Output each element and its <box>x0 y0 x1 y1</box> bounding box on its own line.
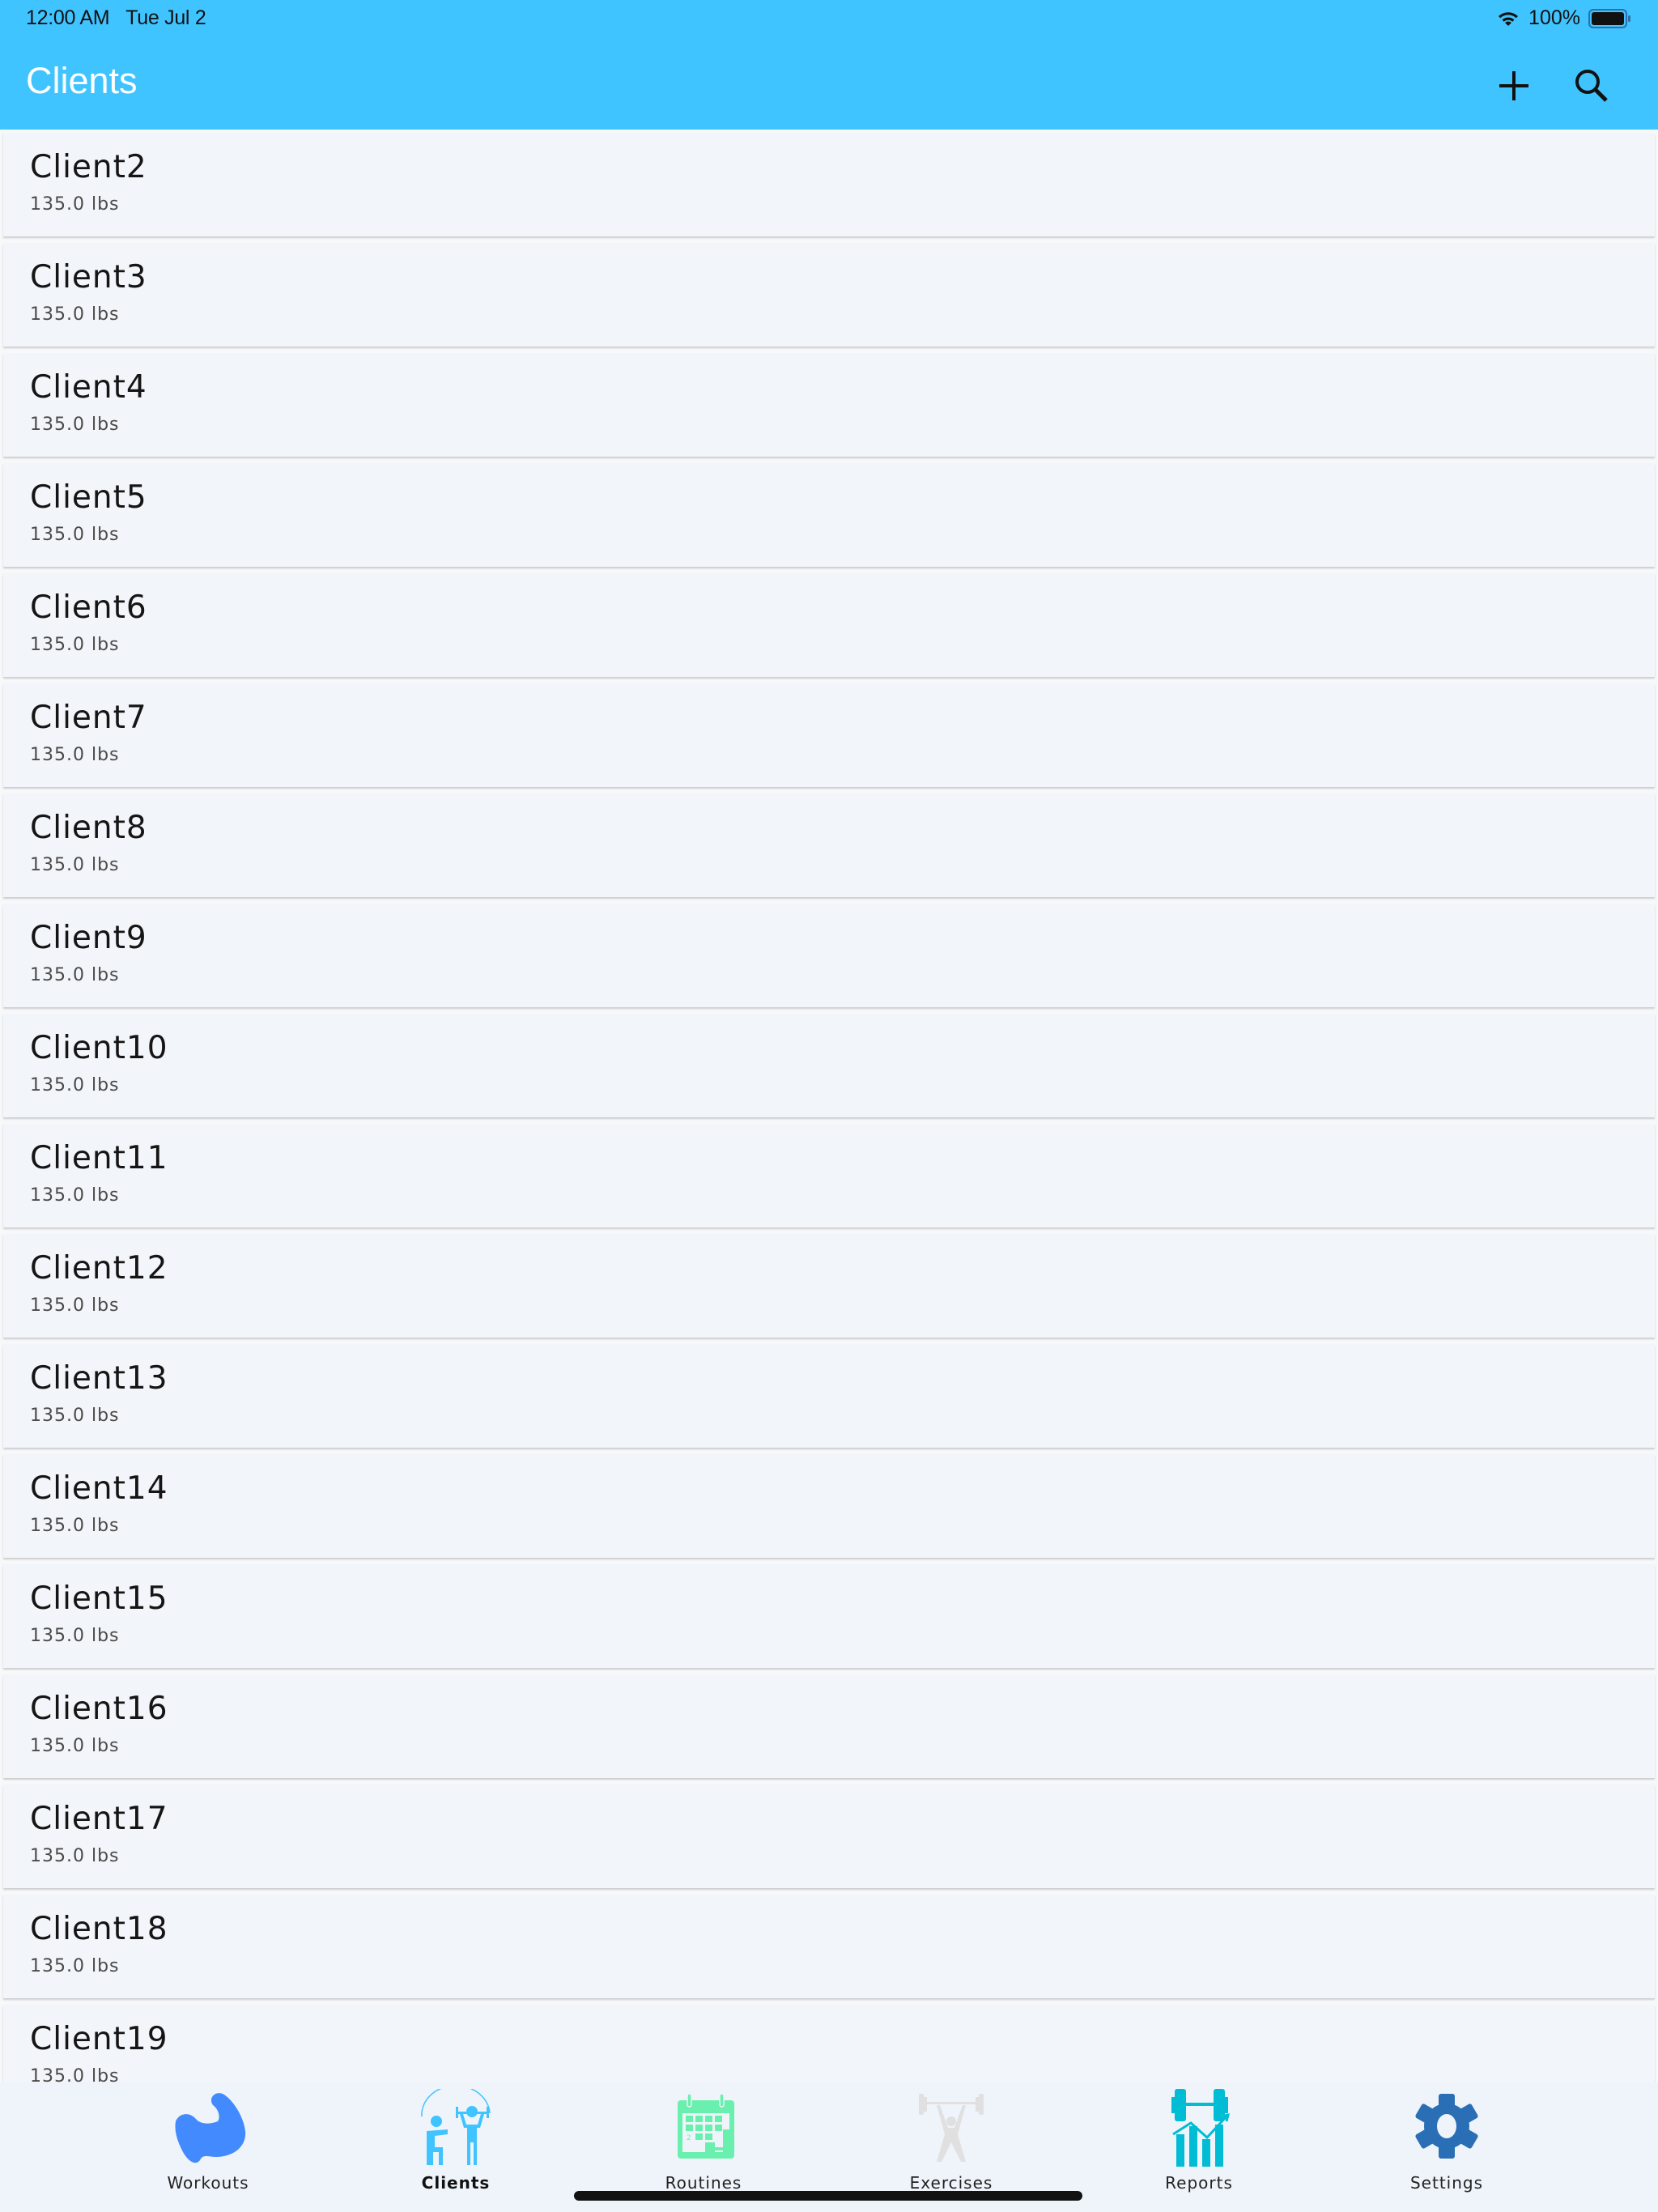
client-name: Client2 <box>30 149 147 185</box>
client-weight: 135.0 lbs <box>30 965 120 985</box>
app-bar: 12:00 AM Tue Jul 2 100% Clients <box>0 0 1658 130</box>
tab-routines[interactable]: 2 Routines <box>631 2082 776 2193</box>
battery-percent: 100% <box>1528 6 1580 29</box>
tab-label: Routines <box>665 2173 742 2193</box>
search-icon <box>1575 70 1608 102</box>
tab-reports[interactable]: Reports <box>1126 2082 1272 2193</box>
tab-label: Clients <box>421 2173 491 2193</box>
tab-exercises[interactable]: Exercises <box>878 2082 1024 2193</box>
client-list-item[interactable]: Client6 135.0 lbs <box>3 573 1655 677</box>
weightlifter-icon <box>919 2094 984 2162</box>
page-title: Clients <box>26 60 138 101</box>
client-list-item[interactable]: Client8 135.0 lbs <box>3 793 1655 897</box>
client-list-item[interactable]: Client5 135.0 lbs <box>3 463 1655 567</box>
client-weight: 135.0 lbs <box>30 855 120 875</box>
client-name: Client4 <box>30 369 147 406</box>
client-name: Client10 <box>30 1030 168 1066</box>
client-weight: 135.0 lbs <box>30 1075 120 1095</box>
client-list-item[interactable]: Client2 135.0 lbs <box>3 133 1655 236</box>
client-weight: 135.0 lbs <box>30 2066 120 2082</box>
client-name: Client14 <box>30 1470 168 1507</box>
client-name: Client16 <box>30 1691 168 1727</box>
status-time-date: 12:00 AM Tue Jul 2 <box>26 6 206 30</box>
client-list-item[interactable]: Client9 135.0 lbs <box>3 904 1655 1007</box>
search-button[interactable] <box>1569 63 1614 108</box>
client-list-item[interactable]: Client10 135.0 lbs <box>3 1014 1655 1117</box>
client-weight: 135.0 lbs <box>30 1736 120 1756</box>
client-name: Client6 <box>30 589 147 626</box>
client-name: Client19 <box>30 2021 168 2057</box>
client-name: Client13 <box>30 1360 168 1397</box>
status-date: Tue Jul 2 <box>125 6 206 29</box>
client-list[interactable]: Client2 135.0 lbs Client3 135.0 lbs Client4 1… <box>0 130 1658 2082</box>
client-list-item[interactable]: Client15 135.0 lbs <box>3 1564 1655 1668</box>
client-weight: 135.0 lbs <box>30 1846 120 1866</box>
client-weight: 135.0 lbs <box>30 525 120 545</box>
tab-label: Settings <box>1409 2173 1484 2193</box>
client-weight: 135.0 lbs <box>30 1626 120 1646</box>
client-list-item[interactable]: Client19 135.0 lbs <box>3 2005 1655 2082</box>
client-weight: 135.0 lbs <box>30 745 120 765</box>
gear-icon <box>1415 2094 1478 2159</box>
client-list-item[interactable]: Client12 135.0 lbs <box>3 1234 1655 1338</box>
client-name: Client17 <box>30 1801 168 1837</box>
battery-full-icon <box>1588 8 1630 28</box>
client-name: Client15 <box>30 1580 168 1617</box>
client-name: Client9 <box>30 920 147 956</box>
client-list-item[interactable]: Client7 135.0 lbs <box>3 683 1655 787</box>
plus-icon <box>1499 71 1528 100</box>
client-weight: 135.0 lbs <box>30 1516 120 1536</box>
client-name: Client11 <box>30 1140 168 1176</box>
client-list-item[interactable]: Client3 135.0 lbs <box>3 243 1655 347</box>
client-weight: 135.0 lbs <box>30 304 120 325</box>
client-weight: 135.0 lbs <box>30 1956 120 1976</box>
client-weight: 135.0 lbs <box>30 194 120 215</box>
home-indicator[interactable] <box>574 2191 1082 2201</box>
client-name: Client5 <box>30 479 147 516</box>
client-weight: 135.0 lbs <box>30 415 120 435</box>
tab-label: Reports <box>1165 2173 1233 2193</box>
client-list-item[interactable]: Client16 135.0 lbs <box>3 1674 1655 1778</box>
status-time: 12:00 AM <box>26 6 110 29</box>
client-list-item[interactable]: Client13 135.0 lbs <box>3 1344 1655 1448</box>
client-weight: 135.0 lbs <box>30 1185 120 1206</box>
flexed-bicep-icon <box>175 2093 246 2163</box>
add-client-button[interactable] <box>1491 63 1537 108</box>
client-name: Client7 <box>30 700 147 736</box>
bottom-tab-bar: Workouts Clients 2 Routines Exercises Re… <box>0 2082 1658 2212</box>
tab-label: Workouts <box>167 2173 249 2193</box>
svg-text:2: 2 <box>687 2134 691 2142</box>
client-list-item[interactable]: Client17 135.0 lbs <box>3 1784 1655 1888</box>
status-indicators: 100% <box>1496 6 1632 30</box>
barbell-chart-icon <box>1171 2089 1231 2167</box>
client-weight: 135.0 lbs <box>30 635 120 655</box>
client-weight: 135.0 lbs <box>30 1406 120 1426</box>
tab-label: Exercises <box>909 2173 993 2193</box>
wifi-icon <box>1499 11 1519 26</box>
client-name: Client8 <box>30 810 147 846</box>
client-name: Client3 <box>30 259 147 296</box>
client-list-item[interactable]: Client4 135.0 lbs <box>3 353 1655 457</box>
calendar-dumbbell-icon: 2 <box>678 2093 734 2159</box>
status-bar: 12:00 AM Tue Jul 2 100% <box>0 0 1658 39</box>
tab-clients[interactable]: Clients <box>383 2082 529 2193</box>
client-name: Client18 <box>30 1911 168 1947</box>
trainer-client-icon <box>421 2089 491 2165</box>
client-weight: 135.0 lbs <box>30 1295 120 1316</box>
client-list-item[interactable]: Client14 135.0 lbs <box>3 1454 1655 1558</box>
client-list-item[interactable]: Client18 135.0 lbs <box>3 1895 1655 1998</box>
tab-workouts[interactable]: Workouts <box>135 2082 281 2193</box>
client-list-item[interactable]: Client11 135.0 lbs <box>3 1124 1655 1227</box>
client-name: Client12 <box>30 1250 168 1287</box>
tab-settings[interactable]: Settings <box>1374 2082 1520 2193</box>
